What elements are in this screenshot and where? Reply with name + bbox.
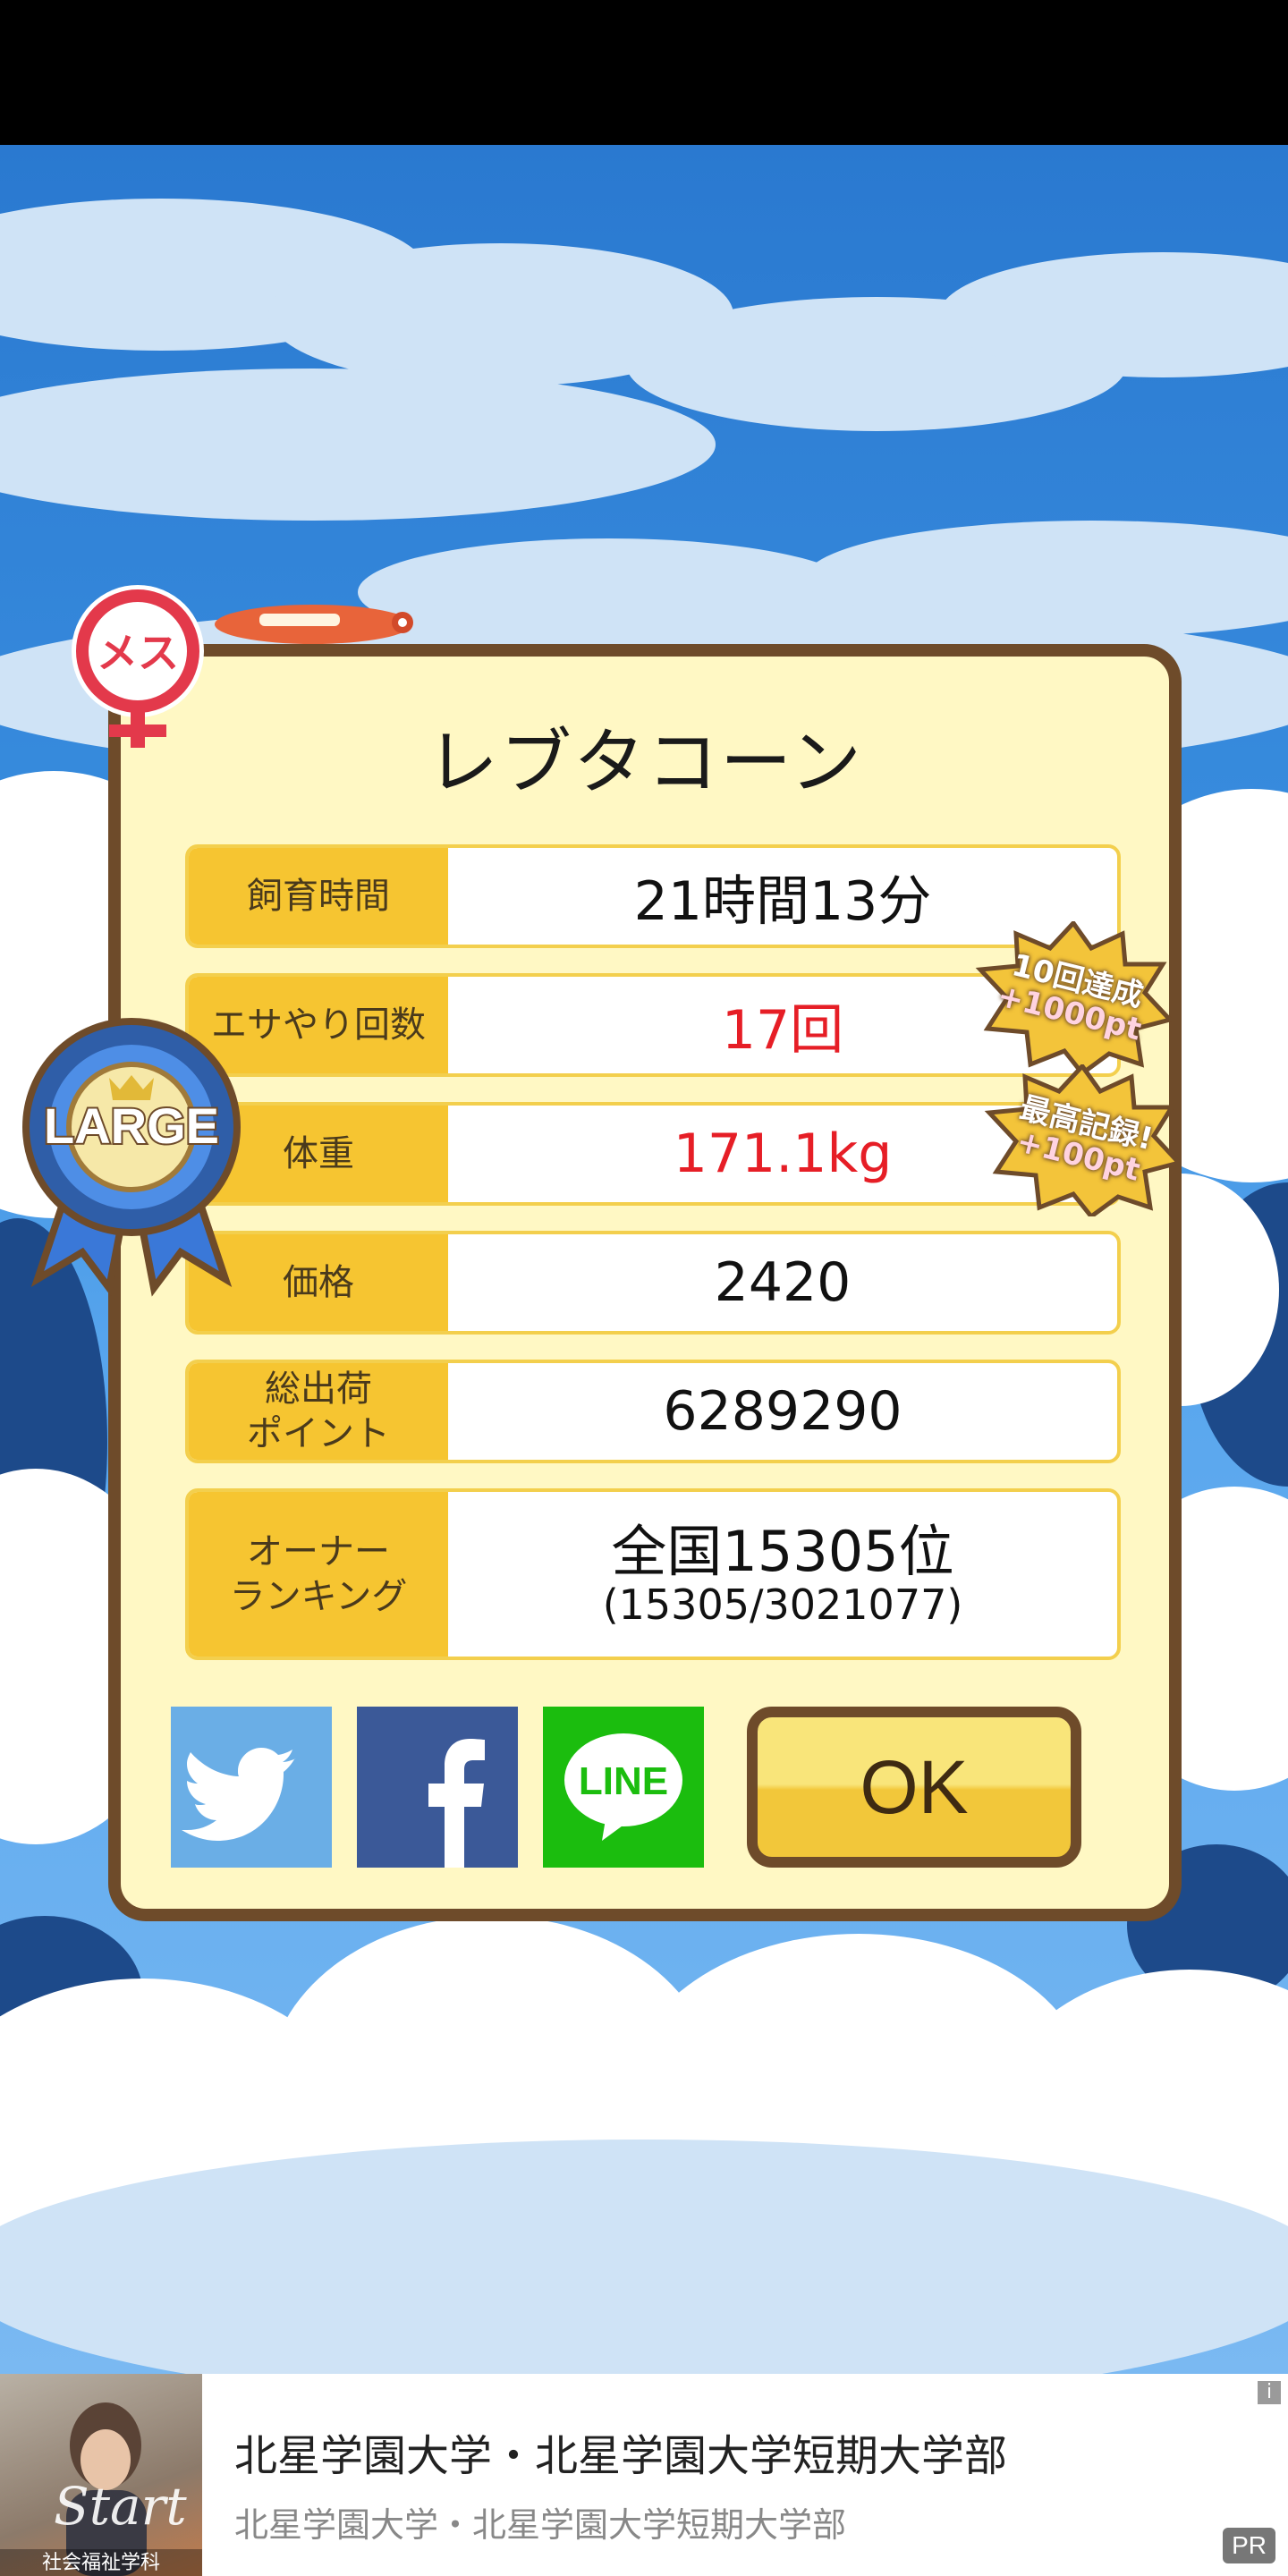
row-value: 2420 [714, 1251, 852, 1314]
line-share-button[interactable]: LINE [543, 1707, 704, 1868]
row-total-shipment-points: 総出荷 ポイント 6289290 [185, 1360, 1121, 1463]
ad-subtitle: 北星学園大学・北星学園大学短期大学部 [234, 2505, 847, 2545]
row-label: 飼育時間 [189, 848, 448, 945]
ad-info-icon[interactable]: i [1258, 2381, 1281, 2404]
status-bar [0, 0, 1288, 145]
female-badge-label: メス [97, 629, 179, 677]
row-label: オーナー ランキング [189, 1492, 448, 1657]
large-ribbon-icon: LARGE [22, 1018, 241, 1297]
ad-thumbnail-text: Start [54, 2476, 187, 2537]
ad-thumbnail-caption: 社会福祉学科 [42, 2552, 160, 2574]
line-bubble-icon: LINE [564, 1733, 682, 1841]
line-label: LINE [579, 1759, 668, 1803]
facebook-f-icon [428, 1739, 485, 1868]
airship-icon [215, 605, 413, 644]
row-label: 総出荷 ポイント [189, 1363, 448, 1460]
female-badge-icon: メス [72, 585, 204, 748]
ad-thumbnail-image: Start 社会福祉学科 [0, 2402, 202, 2576]
ad-title[interactable]: 北星学園大学・北星学園大学短期大学部 [234, 2420, 1007, 2483]
ad-banner[interactable]: Start 社会福祉学科 北星学園大学・北星学園大学短期大学部 北星学園大学・北… [0, 2374, 1288, 2576]
large-ribbon-label: LARGE [44, 1097, 219, 1154]
facebook-share-button[interactable] [357, 1707, 518, 1868]
pig-name-title: レブタコーン [427, 721, 863, 804]
ad-pr-badge: PR [1223, 2528, 1275, 2563]
pig-result-dialog: レブタコーン 飼育時間 21時間13分 エサやり回数 17回 体重 171.1k… [108, 644, 1182, 1921]
ad-thumbnail[interactable]: Start 社会福祉学科 [0, 2374, 202, 2576]
row-owner-ranking: オーナー ランキング 全国15305位 (15305/3021077) [185, 1488, 1121, 1660]
row-price: 価格 2420 [185, 1231, 1121, 1335]
twitter-bird-icon [182, 1748, 296, 1841]
twitter-share-button[interactable] [171, 1707, 332, 1868]
ranking-value: 全国15305位 (15305/3021077) [448, 1492, 1117, 1657]
ranking-national: 全国15305位 [611, 1518, 954, 1584]
ranking-fraction: (15305/3021077) [602, 1580, 963, 1629]
bonus-burst-weight-record: 最高記録! +100pt [984, 1063, 1183, 1220]
ok-button[interactable]: OK [747, 1707, 1081, 1868]
row-value: 6289290 [663, 1380, 902, 1443]
